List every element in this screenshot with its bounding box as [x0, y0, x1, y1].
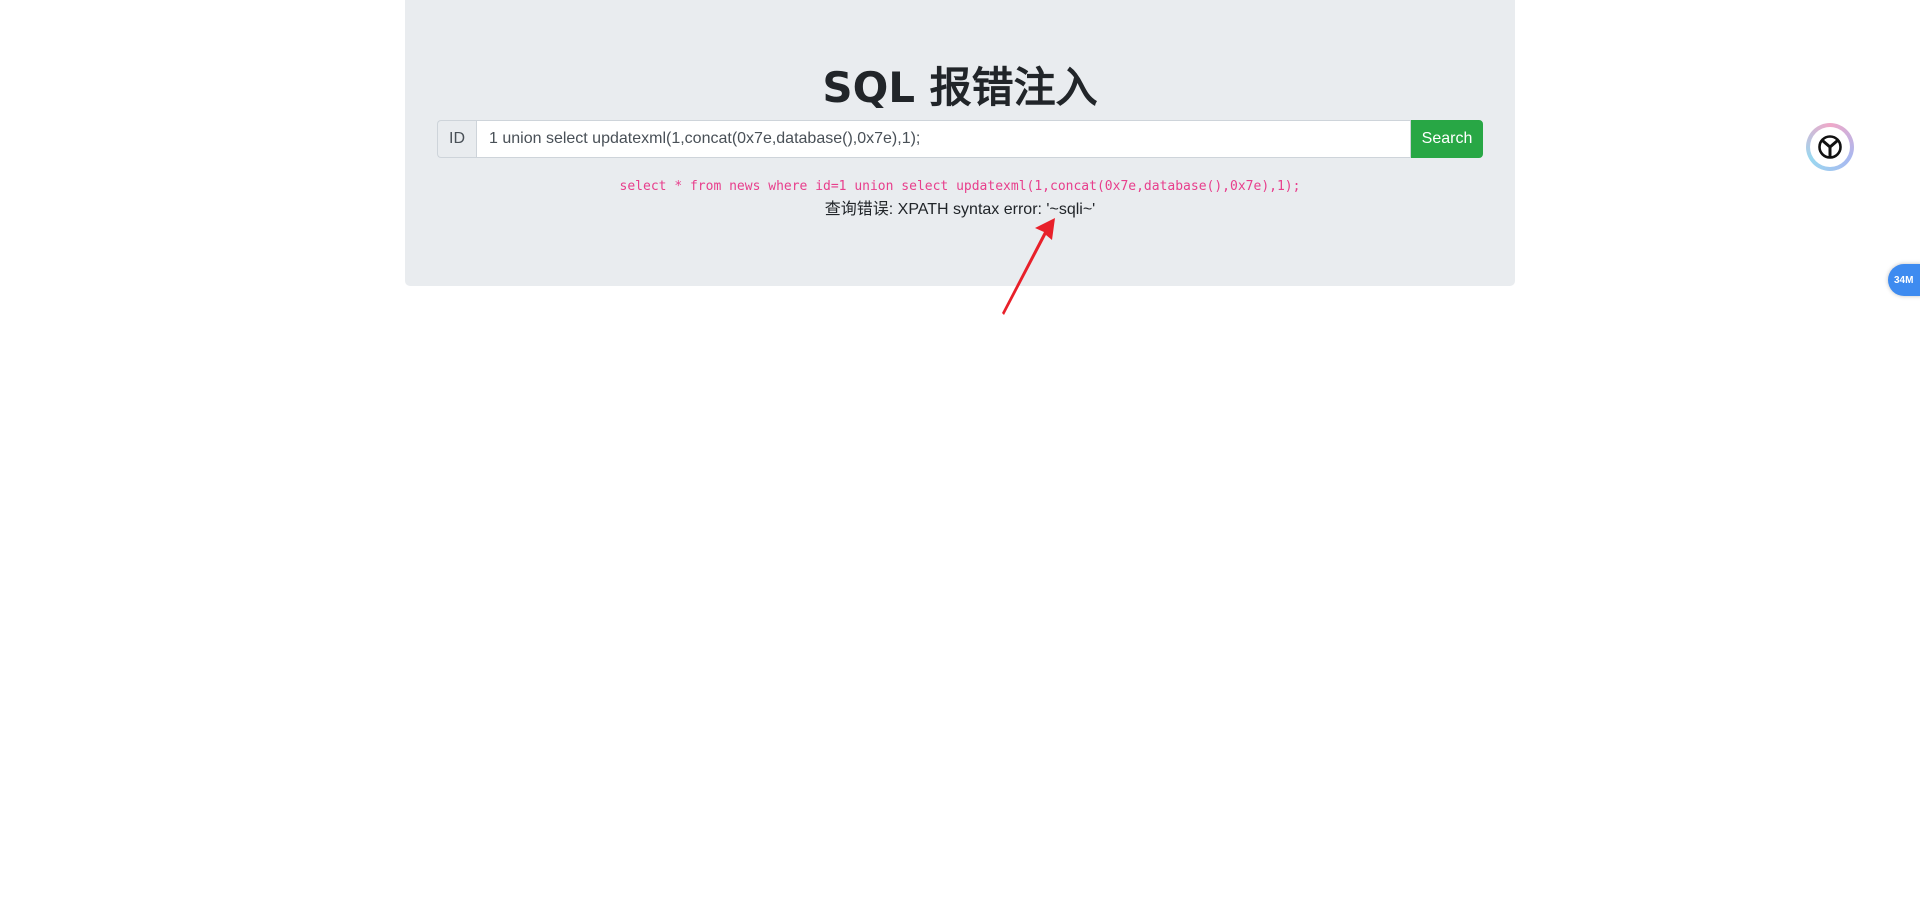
- jumbotron: SQL 报错注入 ID Search select * from news wh…: [405, 0, 1515, 286]
- red-arrow-icon: [1002, 218, 1055, 315]
- memory-badge[interactable]: 34M: [1888, 264, 1920, 296]
- query-error-message: 查询错误: XPATH syntax error: '~sqli~': [824, 201, 1096, 218]
- sql-query-text: select * from news where id=1 union sele…: [619, 179, 1301, 194]
- page-title: SQL 报错注入: [822, 63, 1098, 112]
- id-prepend-label: ID: [437, 120, 476, 158]
- extension-logo-icon[interactable]: [1806, 123, 1854, 171]
- extension-logo-inner: [1810, 127, 1850, 167]
- search-button[interactable]: Search: [1411, 120, 1483, 158]
- id-input-group: ID Search: [437, 120, 1483, 158]
- arrow-shape: [1002, 218, 1055, 315]
- id-input[interactable]: [476, 120, 1411, 158]
- extension-glyph-icon: [1818, 135, 1842, 159]
